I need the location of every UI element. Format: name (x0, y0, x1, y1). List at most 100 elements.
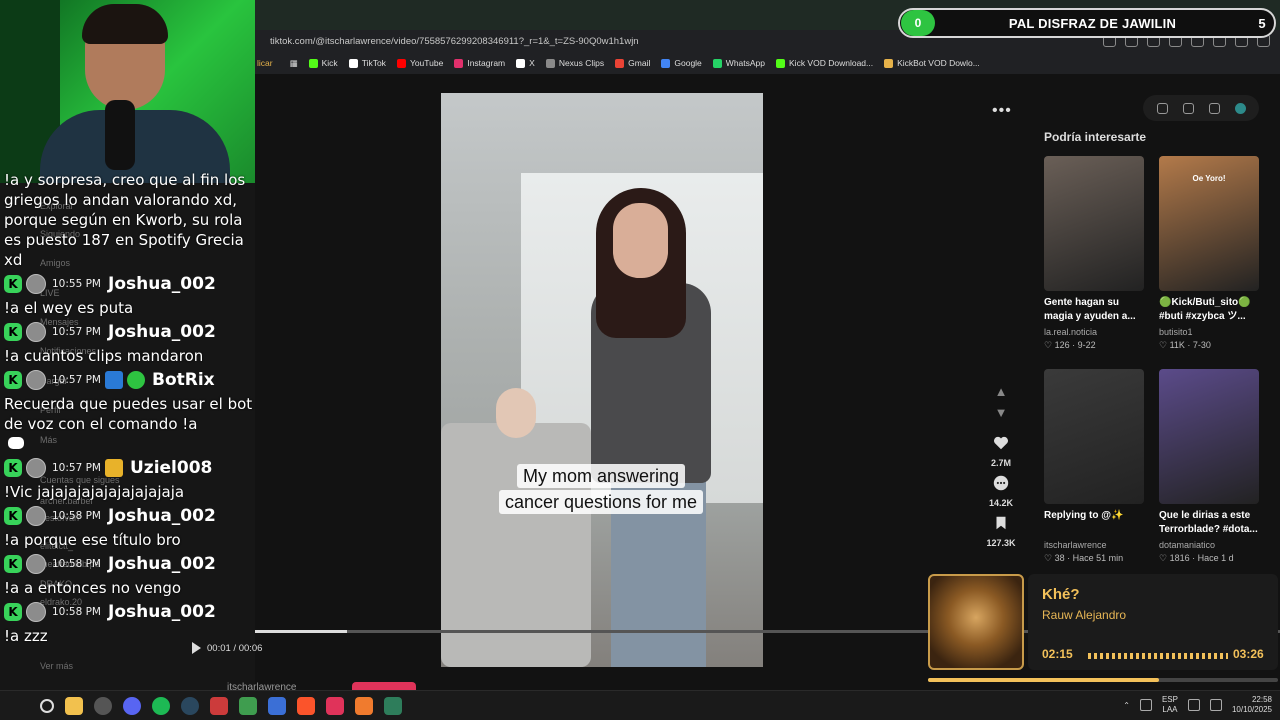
chat-username[interactable]: Joshua_002 (108, 506, 216, 526)
card-title[interactable]: 🟢Kick/Buti_sito🟢 #buti #xzybca ツ... (1159, 296, 1259, 324)
recommend-title: Podría interesarte (1044, 130, 1147, 144)
volume-icon[interactable] (1209, 699, 1222, 711)
bookmark-item[interactable]: KickBot VOD Dowlo... (884, 58, 980, 68)
microphone-icon[interactable] (1139, 699, 1152, 711)
bookmark-item[interactable]: YouTube (396, 58, 443, 68)
video-caption: My mom answering cancer questions for me (481, 463, 721, 515)
card-author[interactable]: butisito1 (1159, 327, 1259, 337)
bookmark-label: Instagram (467, 58, 506, 68)
recommended-video-card[interactable]: Oe Yoro! 🟢Kick/Buti_sito🟢 #buti #xzybca ツ… (1159, 156, 1259, 351)
heart-icon[interactable] (992, 434, 1010, 452)
chat-username[interactable]: BotRix (152, 370, 215, 390)
song-title: Khé? (1042, 586, 1080, 603)
bookmark-item[interactable]: TikTok (348, 58, 386, 68)
chat-username[interactable]: Uziel008 (130, 458, 212, 478)
avatar[interactable] (26, 370, 46, 390)
thumbnail-text: Oe Yoro! (1192, 174, 1226, 183)
card-author[interactable]: dotamaniatico (1159, 540, 1259, 550)
comment-icon[interactable] (992, 474, 1010, 492)
recommended-video-card[interactable]: Que le dirias a este Terrorblade? #dota.… (1159, 369, 1259, 564)
avatar[interactable] (26, 506, 46, 526)
chevron-up-icon[interactable]: ▲ (995, 384, 1008, 399)
chat-user-row: K 10:57 PM Uziel008 (0, 454, 255, 482)
avatar[interactable] (26, 274, 46, 294)
bookmark-favicon-icon (615, 58, 625, 68)
more-options-icon[interactable]: ••• (992, 102, 1012, 120)
steam-icon[interactable] (181, 697, 199, 715)
download-icon[interactable] (1208, 102, 1220, 114)
chat-message-text: Recuerda que puedes usar el bot de voz c… (4, 395, 253, 433)
chat-username[interactable]: Joshua_002 (108, 602, 216, 622)
sidebar-nav-item[interactable]: Ver más (40, 661, 73, 671)
bookmark-label: Google (674, 58, 702, 68)
chat-username[interactable]: Joshua_002 (108, 554, 216, 574)
discord-icon[interactable] (123, 697, 141, 715)
app-terminal-icon[interactable] (384, 697, 402, 715)
recommended-video-card[interactable]: Gente hagan su magia y ayuden a... la.rea… (1044, 156, 1144, 351)
search-icon[interactable] (40, 699, 54, 713)
brave-beta-icon[interactable] (326, 697, 344, 715)
chat-username[interactable]: Joshua_002 (108, 322, 216, 342)
language-indicator[interactable]: ESP LAA (1162, 695, 1178, 715)
bookmark-favicon-icon (348, 58, 358, 68)
card-title[interactable]: Que le dirias a este Terrorblade? #dota.… (1159, 509, 1259, 537)
avatar[interactable] (26, 458, 46, 478)
apps-grid-icon[interactable]: ▦ (290, 58, 298, 69)
bookmark-favicon-icon (884, 58, 894, 68)
bookmark-item[interactable]: X (516, 58, 535, 68)
chat-timestamp: 10:58 PM (52, 558, 101, 570)
obs-icon[interactable] (94, 697, 112, 715)
chat-timestamp: 10:57 PM (52, 374, 101, 386)
card-author[interactable]: itscharlawrence (1044, 540, 1144, 550)
taskbar: ⌃ ESP LAA 22:58 10/10/2025 (0, 690, 1280, 720)
phone-icon[interactable] (1182, 102, 1194, 114)
chevron-up-icon[interactable]: ⌃ (1123, 701, 1130, 710)
video-thumbnail[interactable]: Oe Yoro! (1159, 156, 1259, 291)
card-title[interactable]: Gente hagan su magia y ayuden a... (1044, 296, 1144, 324)
compass-icon[interactable] (1156, 102, 1168, 114)
avatar[interactable] (26, 602, 46, 622)
card-title[interactable]: Replying to @✨ (1044, 509, 1144, 537)
video-thumbnail[interactable] (1044, 156, 1144, 291)
like-count: 2.7M (990, 458, 1011, 468)
follow-button[interactable] (352, 682, 416, 690)
kick-badge-icon: K (4, 507, 22, 525)
bookmark-icon[interactable] (992, 514, 1010, 532)
video-thumbnail[interactable] (1044, 369, 1144, 504)
spotify-icon[interactable] (152, 697, 170, 715)
chat-user-row: K 10:58 PM Joshua_002 (0, 502, 255, 530)
card-author[interactable]: la.real.noticia (1044, 327, 1144, 337)
chat-timestamp: 10:57 PM (52, 326, 101, 338)
bookmark-item[interactable]: Gmail (615, 58, 650, 68)
crown-badge-icon (105, 459, 123, 477)
app-tf-icon[interactable] (210, 697, 228, 715)
bookmark-item[interactable]: Kick VOD Download... (776, 58, 873, 68)
avatar[interactable] (26, 322, 46, 342)
recommended-video-card[interactable]: Replying to @✨ itscharlawrence ♡ 38 · Hace… (1044, 369, 1144, 564)
avatar[interactable] (26, 554, 46, 574)
bookmark-item[interactable]: Kick (308, 58, 338, 68)
comment-count: 14.2K (988, 498, 1014, 508)
url-text[interactable]: tiktok.com/@itscharlawrence/video/755857… (270, 36, 890, 47)
bookmark-item[interactable]: WhatsApp (712, 58, 765, 68)
video-thumbnail[interactable] (1159, 369, 1259, 504)
brave-nightly-icon[interactable] (355, 697, 373, 715)
app-green-icon[interactable] (239, 697, 257, 715)
avatar[interactable] (1234, 102, 1246, 114)
waveform (1088, 653, 1228, 659)
chevron-down-icon[interactable]: ▼ (995, 405, 1008, 420)
wifi-icon[interactable] (1187, 699, 1200, 711)
bookmark-item[interactable]: Nexus Clips (545, 58, 604, 68)
chat-user-row: K 10:57 PM Joshua_002 (0, 318, 255, 346)
bookmark-label: Gmail (628, 58, 651, 68)
bookmark-item[interactable]: licar (257, 58, 273, 68)
app-blue-icon[interactable] (268, 697, 286, 715)
bookmark-item[interactable]: Instagram (454, 58, 505, 68)
file-explorer-icon[interactable] (65, 697, 83, 715)
brave-icon[interactable] (297, 697, 315, 715)
bookmark-item[interactable]: Google (661, 58, 702, 68)
chat-username[interactable]: Joshua_002 (108, 274, 216, 294)
clock[interactable]: 22:58 10/10/2025 (1232, 695, 1272, 715)
video-player[interactable]: My mom answering cancer questions for me (441, 93, 763, 667)
kick-badge-icon: K (4, 275, 22, 293)
